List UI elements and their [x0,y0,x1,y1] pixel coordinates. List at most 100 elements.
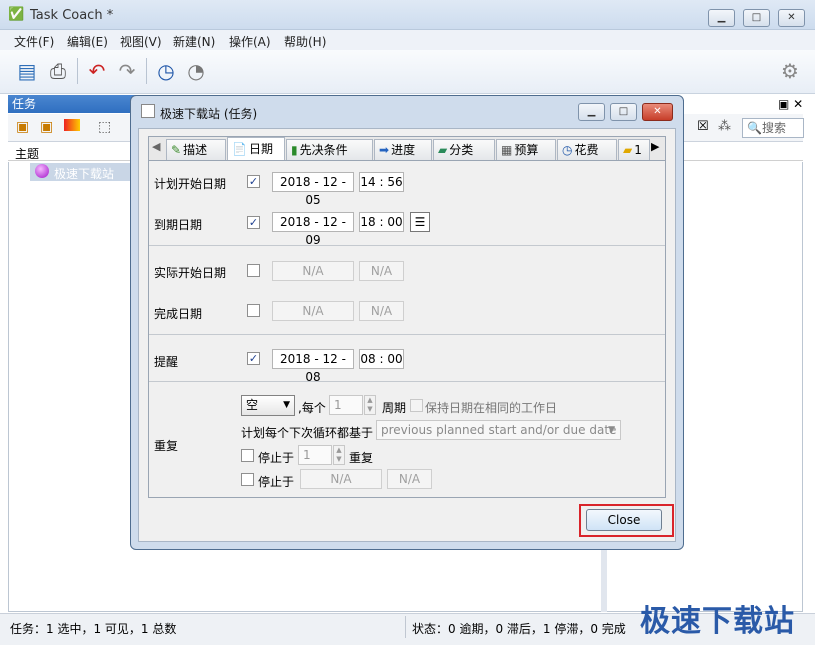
settings-dots-icon[interactable]: ⁂ [718,119,731,134]
undo-icon[interactable]: ↶ [84,58,110,84]
main-title-bar [0,0,815,30]
tab-progress[interactable]: ➡ 进度 [374,139,432,160]
menu-new[interactable]: 新建(N) [173,33,215,50]
status-left: 任务：1 选中，1 可见，1 总数 [10,622,177,636]
divider [149,381,665,382]
redo-icon[interactable]: ↷ [114,58,140,84]
spinner-arrows-icon: ▲ ▼ [333,445,345,465]
planned-start-time[interactable]: 14 : 56 [359,172,404,192]
divider [149,245,665,246]
label-planned-start: 计划开始日期 [154,177,227,191]
status-divider [405,616,406,638]
column-subject[interactable]: 主题 [15,145,39,162]
due-checkbox[interactable]: ✓ [247,216,260,229]
task-status-icon [35,164,49,178]
divider [149,334,665,335]
planned-start-checkbox[interactable]: ✓ [247,175,260,188]
completion-date: N/A [272,301,354,321]
app-icon: ✅ [8,7,25,22]
reminder-checkbox[interactable]: ✓ [247,352,260,365]
completion-time: N/A [359,301,404,321]
tab-categories[interactable]: ▰ 分类 [433,139,495,160]
tab-label: 先决条件 [299,143,348,157]
arrow-right-icon: ➡ [379,143,390,157]
dialog-close-button[interactable]: ✕ [642,103,673,121]
note-icon: ▰ [623,143,633,157]
due-time[interactable]: 18 : 00 [359,212,404,232]
toolbar-separator [77,58,78,84]
menu-help[interactable]: 帮助(H) [284,33,326,50]
folder-icon: ▰ [438,143,448,157]
stop-after-label: 停止于 [258,451,295,465]
tab-description[interactable]: ✎ 描述 [166,139,226,160]
tab-label: 描述 [183,143,208,157]
recurrence-type-select[interactable]: 空 ▼ [241,395,295,416]
actual-start-checkbox[interactable] [247,264,260,277]
clock-icon: ◷ [562,143,573,157]
stop-at-checkbox[interactable] [241,473,254,486]
menu-file[interactable]: 文件(F) [14,33,54,50]
tab-label: 分类 [449,143,474,157]
new-subtask-icon[interactable]: ▣ [40,119,53,135]
task-name: 极速下载站 [54,167,115,181]
planned-start-date[interactable]: 2018 - 12 - 05 [272,172,354,207]
status-right: 状态：0 逾期，0 滞后，1 停滞，0 完成 [412,622,626,636]
dialog-maximize-button[interactable]: □ [610,103,637,121]
stop-after-checkbox[interactable] [241,449,254,462]
calculator-icon: ▦ [501,143,513,157]
clear-filter-icon[interactable]: ☒ [697,119,709,134]
menu-actions[interactable]: 操作(A) [229,33,271,50]
menu-edit[interactable]: 编辑(E) [67,33,108,50]
menu-view[interactable]: 视图(V) [120,33,162,50]
maximize-button[interactable]: □ [743,9,770,27]
base-label: 计划每个下次循环都基于 [241,426,374,440]
reminder-time[interactable]: 08 : 00 [359,349,404,369]
print-icon[interactable]: ⎙ [45,58,71,84]
tab-dates[interactable]: 📄 日期 [227,137,285,160]
tab-label: 进度 [391,143,416,157]
close-button[interactable]: Close [586,509,662,531]
recurrence-type-value: 空 [246,398,259,412]
reminder-date[interactable]: 2018 - 12 - 08 [272,349,354,384]
stop-at-label: 停止于 [258,475,295,489]
search-input[interactable]: 🔍搜索 [742,118,804,138]
tab-effort[interactable]: ◷ 花费 [557,139,617,160]
color-icon[interactable] [64,119,80,131]
keep-weekday-label: 保持日期在相同的工作日 [425,401,558,415]
splitter[interactable] [601,540,607,612]
label-due: 到期日期 [154,218,203,232]
spinner-arrows-icon: ▲ ▼ [364,395,376,415]
due-date[interactable]: 2018 - 12 - 09 [272,212,354,247]
recurrence-amount-input: 1 [329,395,363,415]
stop-after-count-input: 1 [298,445,332,465]
completion-checkbox[interactable] [247,304,260,317]
stop-at-date: N/A [300,469,382,489]
stop-tracking-icon[interactable]: ◔ [183,58,209,84]
tab-scroll-left-icon[interactable]: ◀ [152,140,160,153]
stop-after-unit: 重复 [349,451,374,465]
gear-icon[interactable]: ⚙ [777,58,803,84]
recurrence-base-select: previous planned start and/or due date ▼ [376,420,621,440]
label-reminder: 提醒 [154,355,179,369]
tab-budget[interactable]: ▦ 预算 [496,139,556,160]
minimize-button[interactable]: ▁ [708,9,735,27]
dialog-minimize-button[interactable]: ▁ [578,103,605,121]
pane-controls[interactable]: ▣ ✕ [778,97,803,111]
close-window-button[interactable]: ✕ [778,9,805,27]
tab-prerequisites[interactable]: ▮ 先决条件 [286,139,373,160]
recurrence-base-value: previous planned start and/or due date [381,423,617,437]
search-placeholder: 搜索 [761,121,786,135]
open-icon[interactable]: ▤ [14,58,40,84]
start-tracking-icon[interactable]: ◷ [153,58,179,84]
tab-label: 1 [634,143,642,157]
label-completion: 完成日期 [154,307,203,321]
select-icon[interactable]: ⬚ [98,119,111,135]
tab-scroll-right-icon[interactable]: ▶ [651,140,659,153]
tab-notes[interactable]: ▰ 1 [618,139,650,160]
calendar-icon[interactable]: ☰ [410,212,430,232]
label-actual-start: 实际开始日期 [154,266,227,280]
new-task-icon[interactable]: ▣ [16,119,29,135]
document-icon [141,104,155,118]
pencil-icon: ✎ [171,143,182,157]
every-label: ,每个 [298,401,326,415]
